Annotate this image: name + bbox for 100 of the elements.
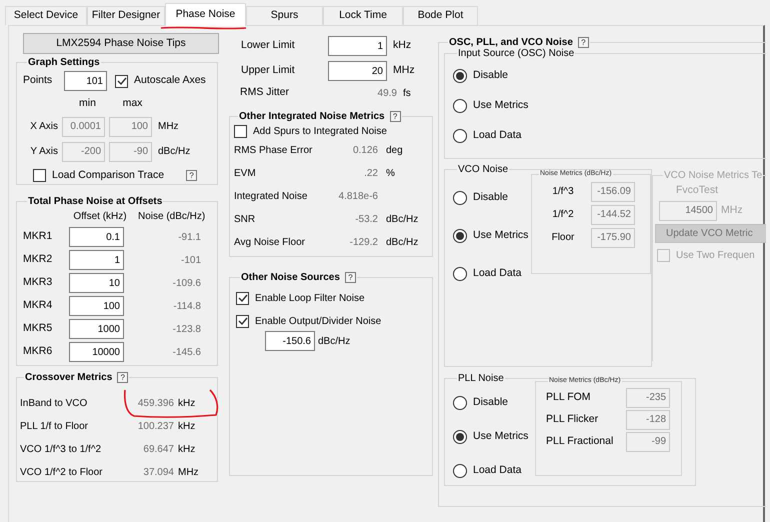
checkbox[interactable] (33, 169, 46, 182)
unit-label: MHz (393, 63, 415, 78)
radio-label: Use Metrics (473, 429, 528, 444)
unit-label: MHz (178, 466, 199, 480)
unit-label: dBc/Hz (386, 213, 418, 227)
radio-label: Disable (473, 395, 508, 410)
input-field[interactable]: -150.6 (265, 331, 315, 351)
metric-value: -53.2 (354, 213, 378, 227)
group-title: Graph Settings (28, 56, 100, 70)
checkbox[interactable] (115, 74, 128, 88)
input-field[interactable]: -128 (626, 410, 670, 430)
metric-label: 1/f^2 (551, 208, 575, 222)
input-field[interactable]: -99 (626, 432, 670, 452)
input-field[interactable]: 0.1 (69, 227, 124, 247)
limit-label: Lower Limit (240, 38, 296, 54)
help-button[interactable]: ? (344, 272, 356, 283)
metric-label: PLL Flicker (545, 412, 600, 427)
input-field[interactable]: -175.90 (591, 228, 635, 248)
tab[interactable]: Spurs (246, 6, 323, 25)
unit-label: kHz (393, 38, 412, 54)
input-field[interactable]: 10 (69, 273, 124, 293)
radio-label: Use Metrics (473, 98, 528, 114)
help-button[interactable]: ? (186, 170, 198, 182)
input-field[interactable]: -235 (626, 388, 670, 408)
input-field[interactable]: 10000 (69, 342, 124, 362)
marker-label: MKR1 (23, 229, 54, 244)
group-title: Total Phase Noise at Offsets (28, 195, 162, 209)
axis-label: X Axis (29, 120, 59, 134)
input-field[interactable]: -200 (62, 142, 105, 162)
radio-button[interactable] (453, 396, 467, 410)
noise-value: -145.6 (172, 346, 201, 360)
checkbox-label: Load Comparison Trace (52, 168, 164, 183)
group-title: PLL Noise (458, 372, 504, 386)
radio-button[interactable] (453, 191, 467, 205)
radio-button[interactable] (453, 69, 467, 83)
help-button[interactable]: ? (578, 37, 589, 48)
radio-label: Use Metrics (473, 228, 528, 244)
metric-label: PLL Fractional (545, 434, 614, 449)
metric-label: VCO 1/f^3 to 1/f^2 (20, 443, 102, 457)
metric-value: -129.2 (348, 236, 378, 250)
input-field[interactable]: -144.52 (591, 204, 635, 224)
radio-button[interactable] (453, 129, 467, 143)
checkbox[interactable] (236, 292, 249, 304)
checkbox[interactable] (236, 314, 249, 328)
unit-label: MHz (158, 120, 179, 134)
input-field[interactable]: -156.09 (591, 182, 635, 202)
marker-label: MKR4 (23, 298, 54, 314)
help-button[interactable]: ? (390, 111, 401, 122)
radio-label: Load Data (473, 463, 522, 478)
unit-label: MHz (721, 202, 743, 218)
group-title: Crossover Metrics (25, 371, 112, 385)
radio-label: Load Data (473, 128, 522, 144)
input-field[interactable]: 100 (109, 116, 152, 137)
column-header: Offset (kHz) (72, 210, 128, 224)
column-header: min (78, 96, 97, 111)
metric-value: 0.126 (352, 144, 378, 158)
metric-value: 4.818e-6 (338, 190, 378, 204)
limit-label: Upper Limit (240, 63, 296, 78)
tab[interactable]: Bode Plot (403, 6, 478, 25)
radio-label: Disable (473, 190, 508, 206)
column-header: max (122, 96, 144, 111)
group-title: VCO Noise (458, 163, 508, 177)
radio-button[interactable] (453, 267, 467, 281)
radio-button[interactable] (453, 99, 467, 113)
checkbox[interactable] (234, 125, 247, 138)
tab[interactable]: Phase Noise (165, 3, 246, 26)
input-field[interactable]: 1000 (69, 319, 124, 339)
group-title: Other Noise Sources (241, 271, 340, 285)
metric-label: Avg Noise Floor (234, 236, 306, 250)
input-field[interactable]: 100 (69, 296, 124, 316)
group-title: Input Source (OSC) Noise (458, 47, 574, 61)
input-field[interactable]: -90 (109, 142, 152, 162)
metric-label: SNR (234, 213, 256, 227)
input-field[interactable]: 20 (328, 61, 387, 81)
metric-label: InBand to VCO (20, 397, 88, 411)
input-field[interactable]: 0.0001 (62, 116, 105, 137)
input-field[interactable]: 1 (328, 36, 387, 56)
tab[interactable]: Lock Time (323, 6, 403, 25)
unit-label: dBc/Hz (386, 236, 418, 250)
checkbox-label: Enable Loop Filter Noise (255, 292, 365, 306)
radio-button[interactable] (453, 464, 467, 478)
axis-label: Y Axis (29, 145, 59, 160)
points-label: Points (23, 73, 54, 88)
metric-value: 459.396 (136, 397, 174, 411)
radio-button[interactable] (453, 229, 467, 243)
points-field[interactable]: 101 (64, 71, 107, 91)
tab[interactable]: Filter Designer (87, 6, 165, 25)
input-field[interactable]: 1 (69, 250, 124, 270)
radio-label: Disable (473, 68, 508, 84)
tab[interactable]: Select Device (5, 6, 87, 25)
metric-label: PLL 1/f to Floor (20, 420, 89, 434)
metric-label: RMS Phase Error (234, 144, 314, 158)
marker-label: MKR2 (23, 252, 54, 268)
help-button[interactable]: ? (117, 372, 128, 383)
noise-value: -109.6 (172, 276, 201, 290)
group-title: Other Integrated Noise Metrics (239, 110, 385, 124)
group-title: VCO Noise Metrics Te (664, 169, 762, 183)
tips-button[interactable]: LMX2594 Phase Noise Tips (23, 33, 219, 54)
radio-button[interactable] (453, 430, 467, 444)
unit-label: kHz (178, 397, 196, 411)
